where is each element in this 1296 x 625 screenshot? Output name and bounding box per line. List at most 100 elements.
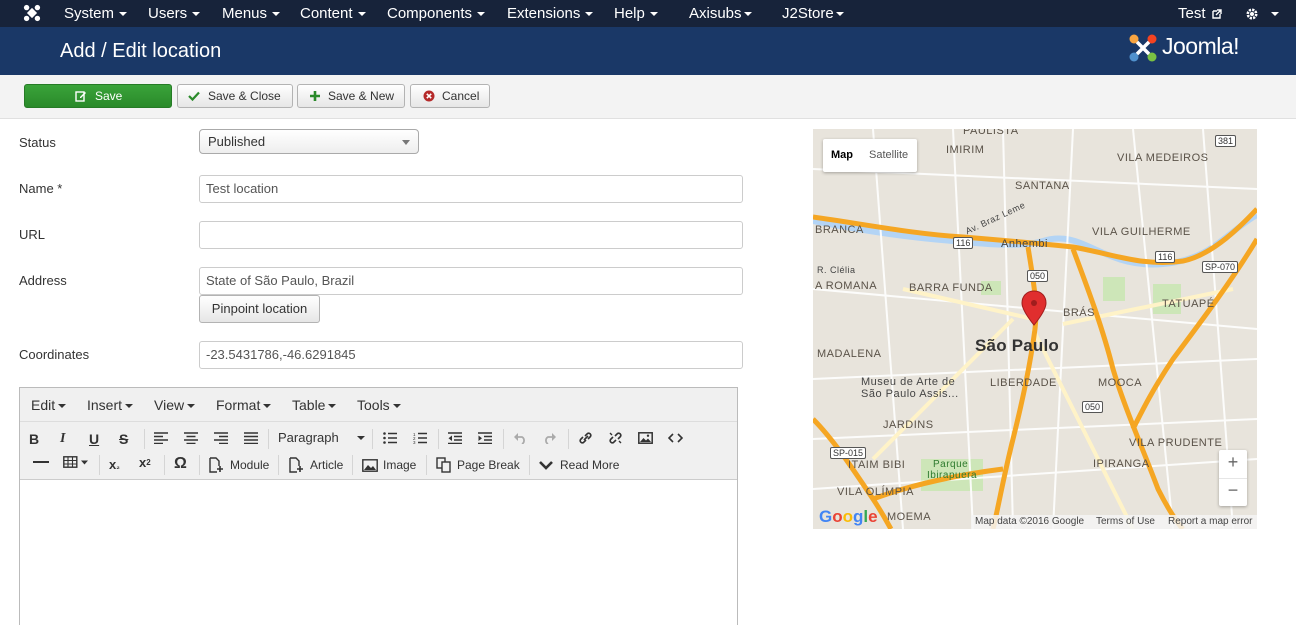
picture-icon <box>362 459 378 472</box>
joomla-brand: Joomla! <box>1162 33 1240 59</box>
add-document-icon <box>209 457 223 473</box>
map-label-ipiranga: IPIRANGA <box>1093 458 1150 470</box>
map-label-vila-guilherme: VILA GUILHERME <box>1092 226 1191 238</box>
align-justify-icon[interactable] <box>244 432 258 452</box>
redo-icon[interactable] <box>543 432 557 452</box>
nav-settings[interactable] <box>1245 0 1280 27</box>
nav-components[interactable]: Components <box>387 0 486 27</box>
map-label-itaim-bibi: ITAIM BIBI <box>848 459 906 471</box>
zoom-in-button[interactable]: + <box>1219 452 1247 473</box>
save-new-button[interactable]: Save & New <box>297 84 405 108</box>
toolbar-divider <box>199 455 200 475</box>
nav-j2store[interactable]: J2Store <box>782 0 844 27</box>
nav-users[interactable]: Users <box>148 0 201 27</box>
joomla-logo-icon <box>1129 34 1157 62</box>
map-type-control: Map Satellite <box>823 139 917 172</box>
map-label-a-romana: A ROMANA <box>815 280 878 292</box>
toolbar-divider <box>372 429 373 449</box>
address-label: Address <box>19 273 67 288</box>
url-input[interactable] <box>199 221 743 249</box>
horizontal-rule-icon[interactable] <box>33 455 49 475</box>
table-icon[interactable] <box>63 455 91 475</box>
map-label-anhembi: Anhembi <box>1001 238 1048 250</box>
map-attribution: Map data ©2016 Google <box>975 516 1085 527</box>
map-label-r-clelia: R. Clélia <box>817 265 856 275</box>
rich-text-editor: Edit Insert View Format Table Tools B I … <box>19 387 738 625</box>
save-close-button[interactable]: Save & Close <box>177 84 293 108</box>
align-right-icon[interactable] <box>214 432 228 452</box>
menu-insert[interactable]: Insert <box>87 397 134 413</box>
strikethrough-icon[interactable]: S <box>119 429 128 449</box>
superscript-icon[interactable]: x2 <box>139 453 151 473</box>
subscript-icon[interactable]: x₂ <box>109 455 120 475</box>
bullet-list-icon[interactable] <box>383 432 397 452</box>
toolbar-divider <box>278 455 279 475</box>
terms-of-use-link[interactable]: Terms of Use <box>1096 516 1155 527</box>
top-navbar: System Users Menus Content Components Ex… <box>0 0 1296 27</box>
nav-axisubs[interactable]: Axisubs <box>689 0 752 27</box>
cancel-button[interactable]: Cancel <box>410 84 490 108</box>
bold-icon[interactable]: B <box>29 429 39 449</box>
align-center-icon[interactable] <box>184 432 198 452</box>
map-label-liberdade: LIBERDADE <box>990 377 1057 389</box>
map-label-ibirapuera: Ibirapuera <box>927 470 978 481</box>
address-input[interactable]: State of São Paulo, Brazil <box>199 267 743 295</box>
map-type-map[interactable]: Map <box>831 149 853 161</box>
align-left-icon[interactable] <box>154 432 168 452</box>
map-label-vila-medeiros: VILA MEDEIROS <box>1117 152 1209 164</box>
copy-icon <box>436 457 451 473</box>
name-label: Name * <box>19 181 63 196</box>
route-shield-116-b: 116 <box>1155 251 1176 263</box>
nav-extensions[interactable]: Extensions <box>507 0 594 27</box>
zoom-out-button[interactable]: − <box>1219 480 1247 501</box>
report-map-error-link[interactable]: Report a map error <box>1168 516 1252 527</box>
save-button[interactable]: Save <box>24 84 172 108</box>
editor-content-area[interactable] <box>20 481 737 625</box>
code-icon[interactable] <box>668 432 683 452</box>
map-label-jardins: JARDINS <box>883 419 934 431</box>
unlink-icon[interactable] <box>608 431 623 451</box>
pinpoint-location-button[interactable]: Pinpoint location <box>199 295 320 323</box>
menu-edit[interactable]: Edit <box>31 397 67 413</box>
url-label: URL <box>19 227 46 242</box>
undo-icon[interactable] <box>513 432 527 452</box>
outdent-icon[interactable] <box>448 432 462 452</box>
nav-help[interactable]: Help <box>614 0 658 27</box>
nav-content[interactable]: Content <box>300 0 366 27</box>
joomla-menu-icon[interactable] <box>22 4 42 22</box>
menu-table[interactable]: Table <box>292 397 337 413</box>
link-icon[interactable] <box>578 431 593 451</box>
route-shield-050-a: 050 <box>1027 270 1049 282</box>
toolbar-divider <box>144 429 145 449</box>
underline-icon[interactable]: U <box>89 429 99 449</box>
menu-view[interactable]: View <box>154 397 196 413</box>
map-label-museu: Museu de Arte de <box>861 376 956 388</box>
route-shield-116-a: 116 <box>953 237 974 249</box>
edit-icon <box>75 91 86 102</box>
paragraph-format-select[interactable]: Paragraph <box>278 428 365 448</box>
map-label-moema: MOEMA <box>887 511 932 523</box>
special-character-icon[interactable]: Ω <box>174 454 187 474</box>
route-shield-050-b: 050 <box>1082 401 1104 413</box>
toolbar-divider <box>164 455 165 475</box>
indent-icon[interactable] <box>478 432 492 452</box>
svg-text:3: 3 <box>413 440 416 444</box>
location-map[interactable]: Google São Paulo IMIRIM VILA MEDEIROS SA… <box>813 129 1257 529</box>
toolbar-divider <box>99 455 100 475</box>
numbered-list-icon[interactable]: 123 <box>413 432 427 452</box>
menu-tools[interactable]: Tools <box>357 397 401 413</box>
status-select[interactable]: Published <box>199 129 419 154</box>
nav-user-test[interactable]: Test <box>1178 0 1222 27</box>
nav-menus[interactable]: Menus <box>222 0 281 27</box>
route-shield-sp-070: SP-070 <box>1202 261 1239 273</box>
name-input[interactable]: Test location <box>199 175 743 203</box>
map-type-satellite[interactable]: Satellite <box>869 149 908 161</box>
map-label-branca: BRANCA <box>815 224 864 236</box>
editor-toolbar: B I U S Paragraph 123 x₂ x2 Ω Module Art… <box>20 422 737 480</box>
coordinates-input[interactable]: -23.5431786,-46.6291845 <box>199 341 743 369</box>
nav-system[interactable]: System <box>64 0 128 27</box>
menu-format[interactable]: Format <box>216 397 272 413</box>
map-label-vila-olimpia: VILA OLÍMPIA <box>837 486 914 498</box>
italic-icon[interactable]: I <box>60 429 65 449</box>
image-icon[interactable] <box>638 432 653 452</box>
